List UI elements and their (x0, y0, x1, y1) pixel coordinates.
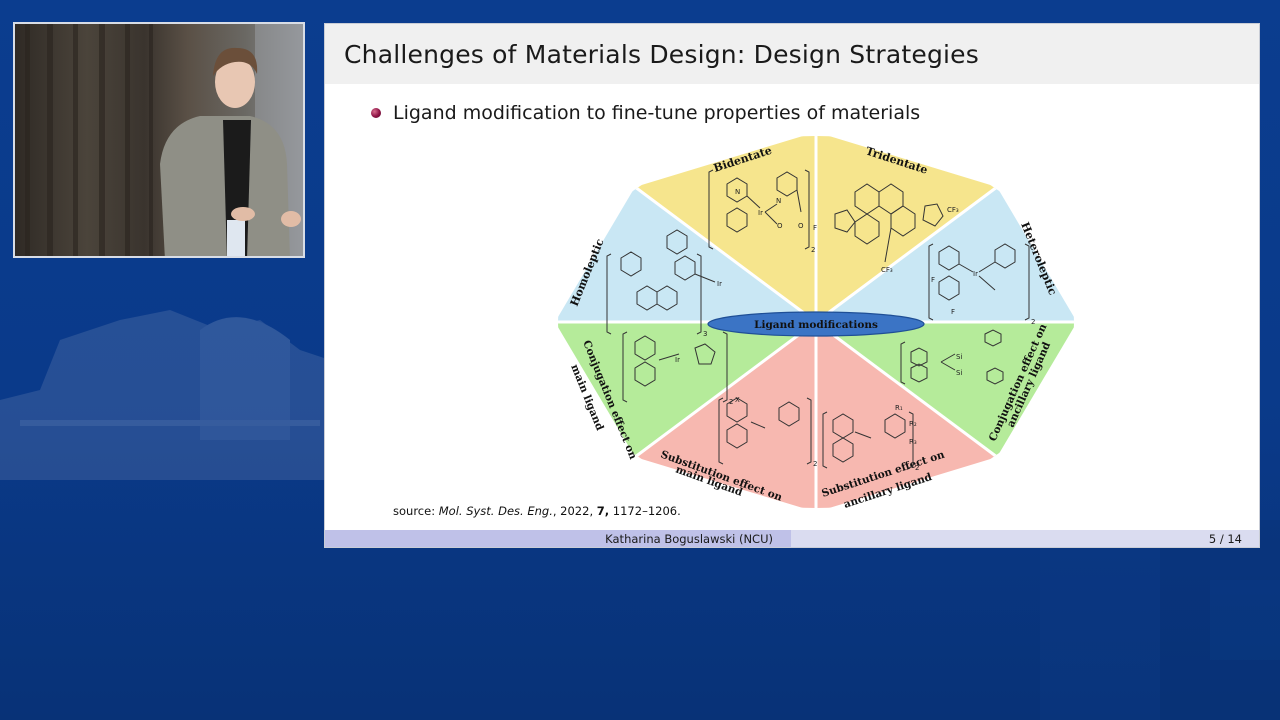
footer-author: Katharina Boguslawski (NCU) (325, 530, 791, 547)
atom-ir: Ir (675, 356, 680, 364)
subscript: 2 (813, 460, 817, 468)
atom-f: F (813, 224, 817, 232)
slide-header: Challenges of Materials Design: Design S… (325, 24, 1259, 84)
background-blocks (1040, 520, 1280, 720)
atom-f: F (931, 276, 935, 284)
subscript: 2 (915, 464, 919, 472)
atom-si: Si (956, 369, 962, 377)
atom-n: N (776, 197, 781, 205)
ligand-modifications-diagram: Bidentate Tridentate Heteroleptic Homole… (558, 136, 1074, 511)
atom-x: X (735, 396, 740, 404)
subscript: 2 (811, 246, 815, 254)
source-prefix: source: (393, 504, 436, 518)
subscript: 2 (1031, 318, 1035, 326)
atom-cf3: CF₃ (947, 206, 959, 214)
slide-title: Challenges of Materials Design: Design S… (344, 40, 979, 69)
atom-o: O (798, 222, 804, 230)
bullet-icon (371, 108, 381, 118)
source-volume: 7, (596, 504, 610, 518)
atom-ir: Ir (758, 209, 763, 217)
slide-footer: Katharina Boguslawski (NCU) 5 / 14 (325, 530, 1259, 547)
speaker-video[interactable] (13, 22, 305, 258)
bullet-text: Ligand modification to fine-tune propert… (393, 102, 921, 124)
atom-cf3: CF₃ (881, 266, 893, 274)
speaker-figure (25, 24, 303, 256)
atom-ir: Ir (717, 280, 722, 288)
center-label: Ligand modifications (754, 319, 878, 331)
presentation-slide: Challenges of Materials Design: Design S… (324, 23, 1260, 548)
atom-si: Si (956, 353, 962, 361)
bullet-item: Ligand modification to fine-tune propert… (371, 102, 920, 124)
source-year: 2022, (560, 504, 594, 518)
atom-ir: Ir (973, 270, 978, 278)
subscript: 3 (703, 330, 707, 338)
atom-r1: R₁ (895, 404, 903, 412)
atom-n: N (735, 188, 740, 196)
atom-f: F (951, 308, 955, 316)
atom-r3: R₃ (909, 438, 917, 446)
source-pages: 1172–1206. (612, 504, 681, 518)
source-citation: source: Mol. Syst. Des. Eng., 2022, 7, 1… (393, 504, 681, 518)
atom-r2: R₂ (909, 420, 917, 428)
background-building-silhouette (0, 310, 330, 480)
atom-o: O (777, 222, 783, 230)
footer-page-number: 5 / 14 (1208, 532, 1242, 546)
source-journal: Mol. Syst. Des. Eng. (438, 504, 553, 518)
